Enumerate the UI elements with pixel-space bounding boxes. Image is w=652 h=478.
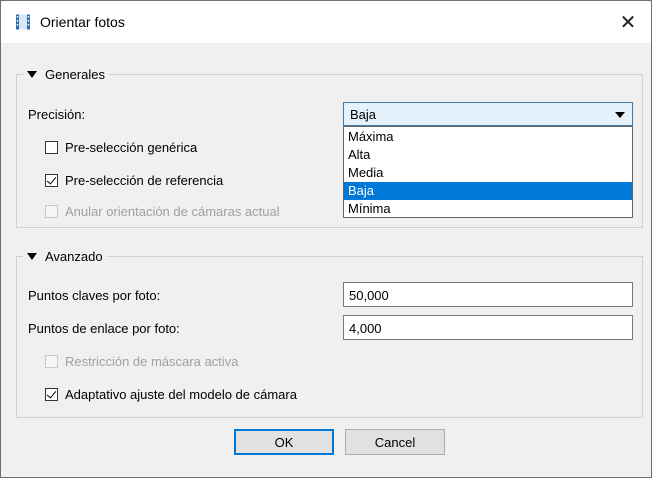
keypoints-label: Puntos claves por foto: (28, 288, 161, 303)
cancel-button-label: Cancel (374, 434, 416, 450)
tiepoints-label: Puntos de enlace por foto: (28, 321, 180, 336)
close-button[interactable]: ✕ (605, 1, 651, 43)
keypoints-value: 50,000 (349, 288, 389, 303)
ok-button-label: OK (274, 434, 294, 450)
cancel-button[interactable]: Cancel (345, 429, 445, 455)
title-bar: Orientar fotos ✕ (1, 1, 651, 43)
avanzado-header[interactable]: Avanzado (23, 248, 107, 264)
collapse-triangle-icon (27, 70, 37, 78)
dialog-window: Orientar fotos ✕ Generales Precisión: Ba… (0, 0, 652, 478)
dropdown-option-media[interactable]: Media (344, 164, 632, 182)
chevron-down-icon (615, 112, 625, 118)
preselect-generic-checkbox[interactable] (45, 141, 58, 154)
collapse-triangle-icon (27, 252, 37, 260)
precision-dropdown-list: Máxima Alta Media Baja Mínima (343, 126, 633, 218)
ok-button[interactable]: OK (234, 429, 334, 455)
window-title: Orientar fotos (40, 14, 125, 30)
preselect-reference-label: Pre-selección de referencia (65, 173, 224, 188)
generales-header[interactable]: Generales (23, 66, 109, 82)
reset-orientation-row: Anular orientación de cámaras actual (45, 204, 280, 219)
preselect-generic-row[interactable]: Pre-selección genérica (45, 140, 197, 155)
film-icon (16, 14, 30, 30)
checkmark-icon (46, 174, 57, 185)
generales-legend: Generales (45, 66, 105, 82)
precision-select[interactable]: Baja (343, 102, 633, 126)
dropdown-option-baja[interactable]: Baja (344, 182, 632, 200)
keypoints-input[interactable]: 50,000 (343, 282, 633, 307)
mask-constraint-label: Restricción de máscara activa (65, 354, 239, 369)
adaptive-fit-checkbox[interactable] (45, 388, 58, 401)
reset-orientation-label: Anular orientación de cámaras actual (65, 204, 280, 219)
precision-select-value: Baja (350, 107, 377, 122)
tiepoints-input[interactable]: 4,000 (343, 315, 633, 340)
precision-label: Precisión: (28, 107, 86, 122)
close-icon: ✕ (619, 11, 637, 34)
adaptive-fit-row[interactable]: Adaptativo ajuste del modelo de cámara (45, 387, 297, 402)
mask-constraint-checkbox (45, 355, 58, 368)
dropdown-option-alta[interactable]: Alta (344, 146, 632, 164)
avanzado-legend: Avanzado (45, 248, 103, 264)
adaptive-fit-label: Adaptativo ajuste del modelo de cámara (65, 387, 297, 402)
reset-orientation-checkbox (45, 205, 58, 218)
mask-constraint-row: Restricción de máscara activa (45, 354, 238, 369)
dropdown-option-maxima[interactable]: Máxima (344, 128, 632, 146)
preselect-reference-checkbox[interactable] (45, 174, 58, 187)
dropdown-option-minima[interactable]: Mínima (344, 200, 632, 218)
preselect-reference-row[interactable]: Pre-selección de referencia (45, 173, 223, 188)
preselect-generic-label: Pre-selección genérica (65, 140, 198, 155)
tiepoints-value: 4,000 (349, 321, 382, 336)
checkmark-icon (46, 388, 57, 399)
